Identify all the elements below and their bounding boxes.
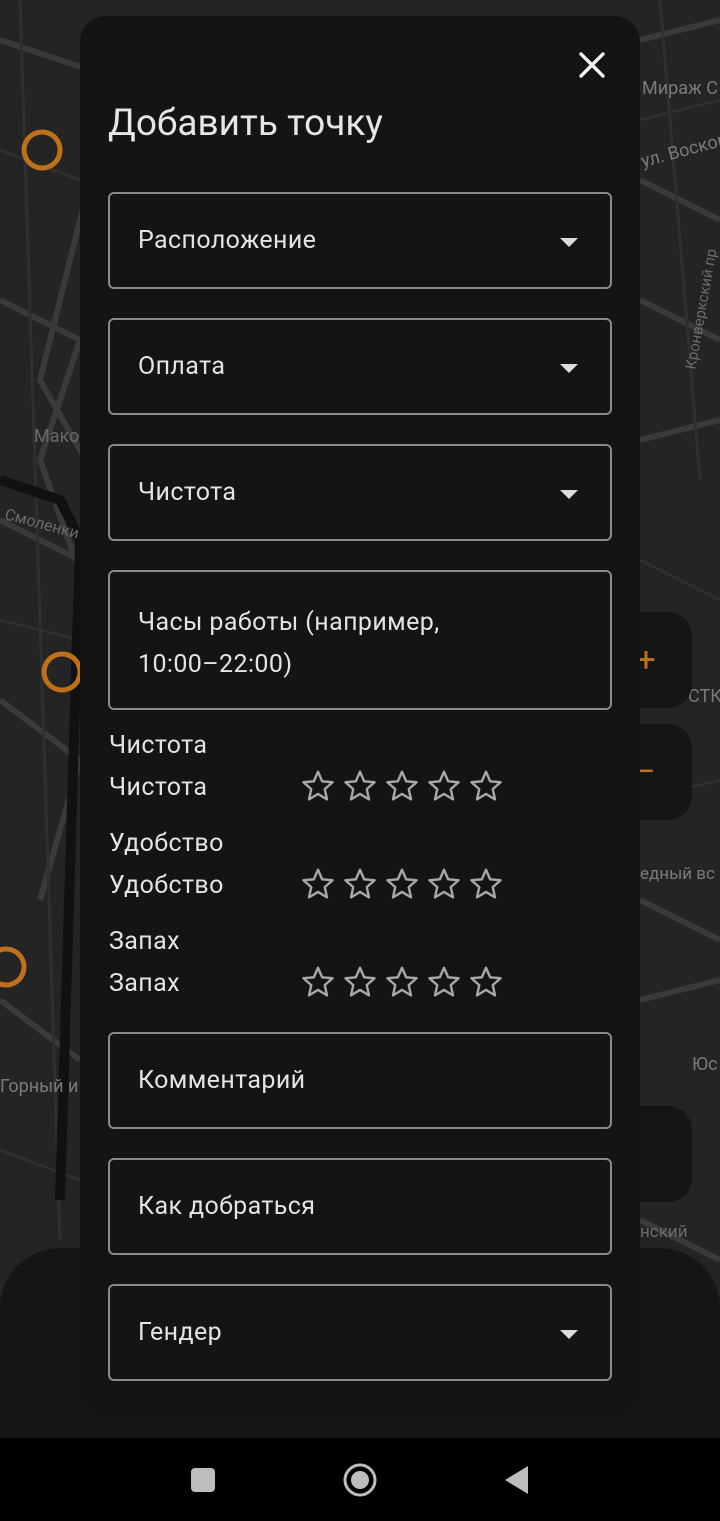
working-hours-placeholder: Часы работы (например, 10:00–22:00): [138, 608, 440, 679]
gender-select-label: Гендер: [138, 1318, 223, 1347]
star-icon[interactable]: [384, 964, 420, 1000]
map-label: СТК: [688, 686, 720, 707]
star-icon[interactable]: [342, 768, 378, 804]
star-icon[interactable]: [468, 768, 504, 804]
star-icon[interactable]: [300, 768, 336, 804]
location-select-label: Расположение: [138, 226, 317, 255]
comfort-stars[interactable]: [300, 866, 504, 902]
recent-apps-icon[interactable]: [191, 1468, 215, 1492]
star-icon[interactable]: [426, 768, 462, 804]
rating-heading: Удобство: [109, 829, 224, 858]
dropdown-arrow-icon: [560, 1330, 578, 1339]
map-label: едный вс: [640, 864, 715, 884]
gender-select[interactable]: Гендер: [108, 1284, 612, 1381]
star-icon[interactable]: [300, 866, 336, 902]
map-label: нский: [640, 1222, 688, 1242]
back-icon[interactable]: [502, 1464, 530, 1496]
working-hours-input[interactable]: Часы работы (например, 10:00–22:00): [108, 570, 612, 710]
directions-input[interactable]: Как добраться: [108, 1158, 612, 1255]
payment-select-label: Оплата: [138, 352, 226, 381]
map-label: Мираж С: [642, 78, 718, 99]
star-icon[interactable]: [426, 964, 462, 1000]
rating-label: Чистота: [109, 773, 208, 802]
star-icon[interactable]: [384, 866, 420, 902]
smell-stars[interactable]: [300, 964, 504, 1000]
close-icon[interactable]: [572, 45, 612, 85]
map-label: Горный и: [0, 1076, 79, 1097]
cleanliness-select[interactable]: Чистота: [108, 444, 612, 541]
rating-heading: Чистота: [109, 731, 208, 760]
cleanliness-stars[interactable]: [300, 768, 504, 804]
star-icon[interactable]: [426, 866, 462, 902]
dropdown-arrow-icon: [560, 238, 578, 247]
rating-heading: Запах: [109, 927, 180, 956]
map-label: Мако: [34, 426, 80, 447]
location-select[interactable]: Расположение: [108, 192, 612, 289]
star-icon[interactable]: [342, 964, 378, 1000]
comment-input[interactable]: Комментарий: [108, 1032, 612, 1129]
star-icon[interactable]: [384, 768, 420, 804]
comment-placeholder: Комментарий: [138, 1066, 306, 1095]
home-icon[interactable]: [342, 1462, 378, 1498]
directions-placeholder: Как добраться: [138, 1192, 316, 1221]
dropdown-arrow-icon: [560, 364, 578, 373]
star-icon[interactable]: [300, 964, 336, 1000]
star-icon[interactable]: [342, 866, 378, 902]
star-icon[interactable]: [468, 866, 504, 902]
rating-label: Запах: [109, 969, 180, 998]
map-label: Юс: [692, 1054, 718, 1075]
payment-select[interactable]: Оплата: [108, 318, 612, 415]
cleanliness-select-label: Чистота: [138, 478, 237, 507]
dialog-title: Добавить точку: [108, 102, 383, 145]
rating-label: Удобство: [109, 871, 224, 900]
dropdown-arrow-icon: [560, 490, 578, 499]
star-icon[interactable]: [468, 964, 504, 1000]
